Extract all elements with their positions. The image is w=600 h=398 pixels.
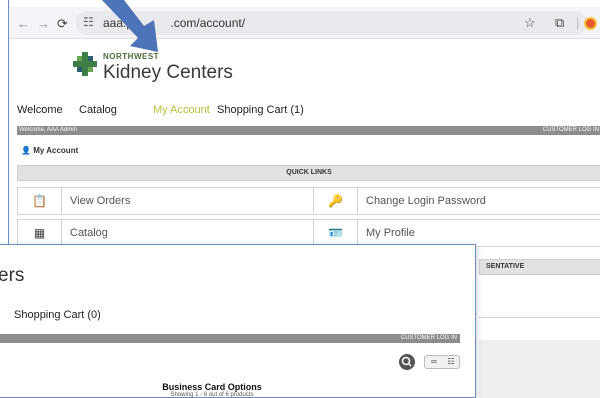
representative-panel bbox=[479, 340, 600, 398]
id-card-icon: 🪪 bbox=[314, 220, 358, 246]
toolbar-divider: | bbox=[576, 15, 580, 30]
reload-icon[interactable]: ⟳ bbox=[57, 16, 68, 32]
my-account-heading: 👤 My Account bbox=[21, 146, 78, 155]
my-profile-button[interactable]: 🪪 My Profile bbox=[313, 219, 600, 247]
key-icon: 🔑 bbox=[314, 188, 358, 214]
options-title: Business Card Options bbox=[162, 382, 262, 392]
catalog-page-window: ers Shopping Cart (0) CUSTOMER LOG IN ═ … bbox=[0, 244, 476, 398]
welcome-user-text: Welcome, AAA Admin bbox=[19, 127, 77, 133]
quick-links-header: QUICK LINKS bbox=[17, 165, 600, 181]
customer-login-link[interactable]: CUSTOMER LOG IN bbox=[543, 126, 599, 135]
logo-title: Kidney Centers bbox=[103, 62, 233, 83]
menu-my-account[interactable]: My Account bbox=[153, 104, 210, 116]
search-icon bbox=[401, 356, 412, 367]
extensions-icon[interactable]: ⧉ bbox=[555, 15, 564, 31]
catalog-button[interactable]: ▦ Catalog bbox=[17, 219, 317, 247]
customer-login-link-front[interactable]: CUSTOMER LOG IN bbox=[401, 334, 457, 343]
site-info-icon[interactable]: ☷ bbox=[83, 15, 94, 29]
user-status-bar-front: CUSTOMER LOG IN bbox=[0, 334, 460, 343]
clipboard-icon: 📋 bbox=[18, 188, 62, 214]
list-view-icon[interactable]: ═ bbox=[426, 357, 442, 367]
representative-header: SENTATIVE bbox=[479, 259, 600, 275]
view-toggle: ═ ☷ bbox=[424, 355, 460, 369]
grid-icon: ▦ bbox=[18, 220, 62, 246]
user-icon: 👤 bbox=[21, 146, 31, 155]
menu-shopping-cart-front[interactable]: Shopping Cart (0) bbox=[14, 309, 101, 321]
bookmark-star-icon[interactable]: ☆ bbox=[524, 15, 536, 31]
my-account-label: My Account bbox=[33, 146, 79, 155]
logo-title-fragment: ers bbox=[0, 265, 25, 286]
logo-mark-icon bbox=[73, 52, 97, 76]
change-password-label: Change Login Password bbox=[366, 195, 486, 207]
menu-welcome[interactable]: Welcome bbox=[17, 104, 63, 116]
view-orders-button[interactable]: 📋 View Orders bbox=[17, 187, 317, 215]
search-button[interactable] bbox=[399, 354, 415, 370]
pointer-arrow-icon bbox=[102, 0, 158, 52]
catalog-label: Catalog bbox=[70, 227, 108, 239]
options-count: Showing 1 - 6 out of 6 products bbox=[170, 392, 254, 398]
menu-catalog[interactable]: Catalog bbox=[79, 104, 117, 116]
forward-arrow-icon[interactable]: → bbox=[37, 16, 50, 31]
change-password-button[interactable]: 🔑 Change Login Password bbox=[313, 187, 600, 215]
menu-shopping-cart[interactable]: Shopping Cart (1) bbox=[217, 104, 304, 116]
view-orders-label: View Orders bbox=[70, 195, 131, 207]
my-profile-label: My Profile bbox=[366, 227, 415, 239]
extension-badge-icon[interactable] bbox=[586, 19, 595, 28]
user-status-bar: Welcome, AAA Admin CUSTOMER LOG IN bbox=[17, 126, 600, 135]
back-arrow-icon[interactable]: ← bbox=[17, 16, 30, 31]
grid-view-icon[interactable]: ☷ bbox=[443, 357, 459, 367]
representative-divider bbox=[479, 317, 600, 318]
